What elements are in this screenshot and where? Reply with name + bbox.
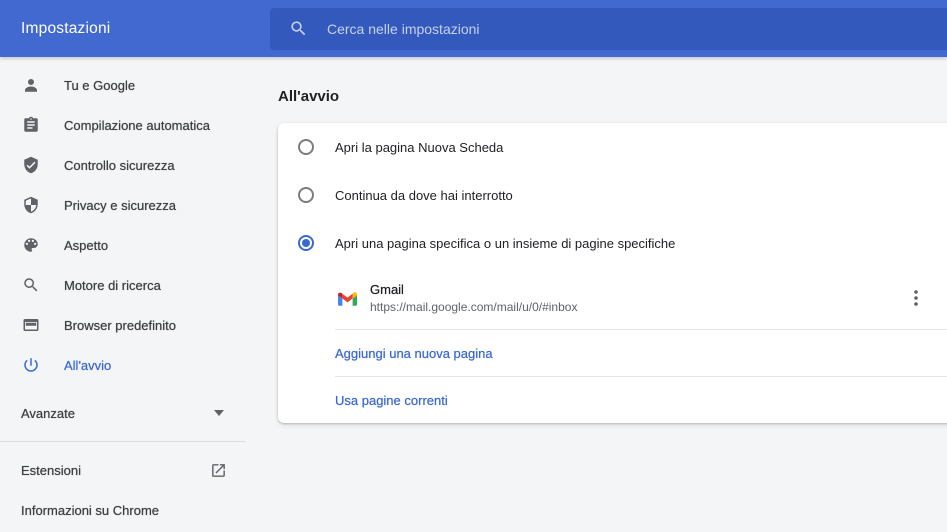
sidebar-item-label: Motore di ricerca: [64, 278, 161, 293]
sidebar-item-default-browser[interactable]: Browser predefinito: [0, 305, 245, 345]
add-new-page-label: Aggiungi una nuova pagina: [335, 346, 493, 361]
browser-window-icon: [22, 316, 40, 334]
option-open-new-tab[interactable]: Apri la pagina Nuova Scheda: [278, 123, 947, 171]
settings-header: Impostazioni: [0, 0, 947, 57]
use-current-pages-link[interactable]: Usa pagine correnti: [278, 377, 947, 423]
sidebar-item-label: Aspetto: [64, 238, 108, 253]
sidebar-item-autofill[interactable]: Compilazione automatica: [0, 105, 245, 145]
option-continue-where-left-off[interactable]: Continua da dove hai interrotto: [278, 171, 947, 219]
option-open-specific-pages[interactable]: Apri una pagina specifica o un insieme d…: [278, 219, 947, 267]
sidebar-item-label: All'avvio: [64, 358, 111, 373]
magnifier-icon: [22, 276, 40, 294]
startup-page-title: Gmail: [370, 282, 577, 297]
about-chrome-label: Informazioni su Chrome: [21, 503, 159, 518]
option-label: Apri la pagina Nuova Scheda: [335, 140, 503, 155]
shield-check-icon: [22, 156, 40, 174]
sidebar-item-appearance[interactable]: Aspetto: [0, 225, 245, 265]
sidebar-item-label: Controllo sicurezza: [64, 158, 175, 173]
more-actions-button[interactable]: [902, 284, 930, 312]
radio-button[interactable]: [298, 139, 314, 155]
sidebar-footer: Estensioni Informazioni su Chrome: [0, 442, 245, 530]
search-icon: [289, 19, 308, 38]
extensions-label: Estensioni: [21, 463, 81, 478]
palette-icon: [22, 236, 40, 254]
page-title: Impostazioni: [21, 20, 110, 37]
option-label: Continua da dove hai interrotto: [335, 188, 513, 203]
radio-button[interactable]: [298, 187, 314, 203]
sidebar-item-about-chrome[interactable]: Informazioni su Chrome: [0, 490, 245, 530]
gmail-icon: [338, 291, 357, 306]
startup-page-entry: Gmail https://mail.google.com/mail/u/0/#…: [278, 267, 947, 329]
person-icon: [22, 76, 40, 94]
sidebar-item-label: Privacy e sicurezza: [64, 198, 176, 213]
settings-content: All'avvio Apri la pagina Nuova Scheda Co…: [245, 57, 947, 532]
use-current-pages-label: Usa pagine correnti: [335, 393, 448, 408]
power-icon: [22, 356, 40, 374]
sidebar-item-you-and-google[interactable]: Tu e Google: [0, 65, 245, 105]
sidebar-item-privacy-security[interactable]: Privacy e sicurezza: [0, 185, 245, 225]
sidebar-item-search-engine[interactable]: Motore di ricerca: [0, 265, 245, 305]
sidebar-item-label: Browser predefinito: [64, 318, 176, 333]
sidebar-item-label: Tu e Google: [64, 78, 135, 93]
sidebar-advanced-toggle[interactable]: Avanzate: [0, 391, 245, 435]
advanced-label: Avanzate: [21, 406, 75, 421]
settings-search-box[interactable]: [270, 8, 947, 50]
startup-page-url: https://mail.google.com/mail/u/0/#inbox: [370, 300, 577, 314]
open-in-new-icon: [210, 462, 227, 479]
sidebar-item-extensions[interactable]: Estensioni: [0, 450, 245, 490]
on-startup-card: Apri la pagina Nuova Scheda Continua da …: [278, 123, 947, 423]
clipboard-icon: [22, 116, 40, 134]
shield-half-icon: [22, 196, 40, 214]
page-body: Tu e Google Compilazione automatica Cont…: [0, 57, 947, 532]
header-title-wrap: Impostazioni: [0, 20, 270, 38]
radio-button[interactable]: [298, 235, 314, 251]
sidebar-item-safety-check[interactable]: Controllo sicurezza: [0, 145, 245, 185]
vertical-dots-icon: [914, 290, 918, 306]
settings-sidebar: Tu e Google Compilazione automatica Cont…: [0, 57, 245, 532]
sidebar-item-label: Compilazione automatica: [64, 118, 210, 133]
search-input[interactable]: [327, 21, 947, 37]
chevron-down-icon: [214, 410, 224, 416]
section-title: All'avvio: [278, 88, 947, 105]
add-new-page-link[interactable]: Aggiungi una nuova pagina: [278, 330, 947, 376]
startup-page-texts: Gmail https://mail.google.com/mail/u/0/#…: [370, 282, 577, 314]
sidebar-item-on-startup[interactable]: All'avvio: [0, 345, 245, 385]
option-label: Apri una pagina specifica o un insieme d…: [335, 236, 675, 251]
